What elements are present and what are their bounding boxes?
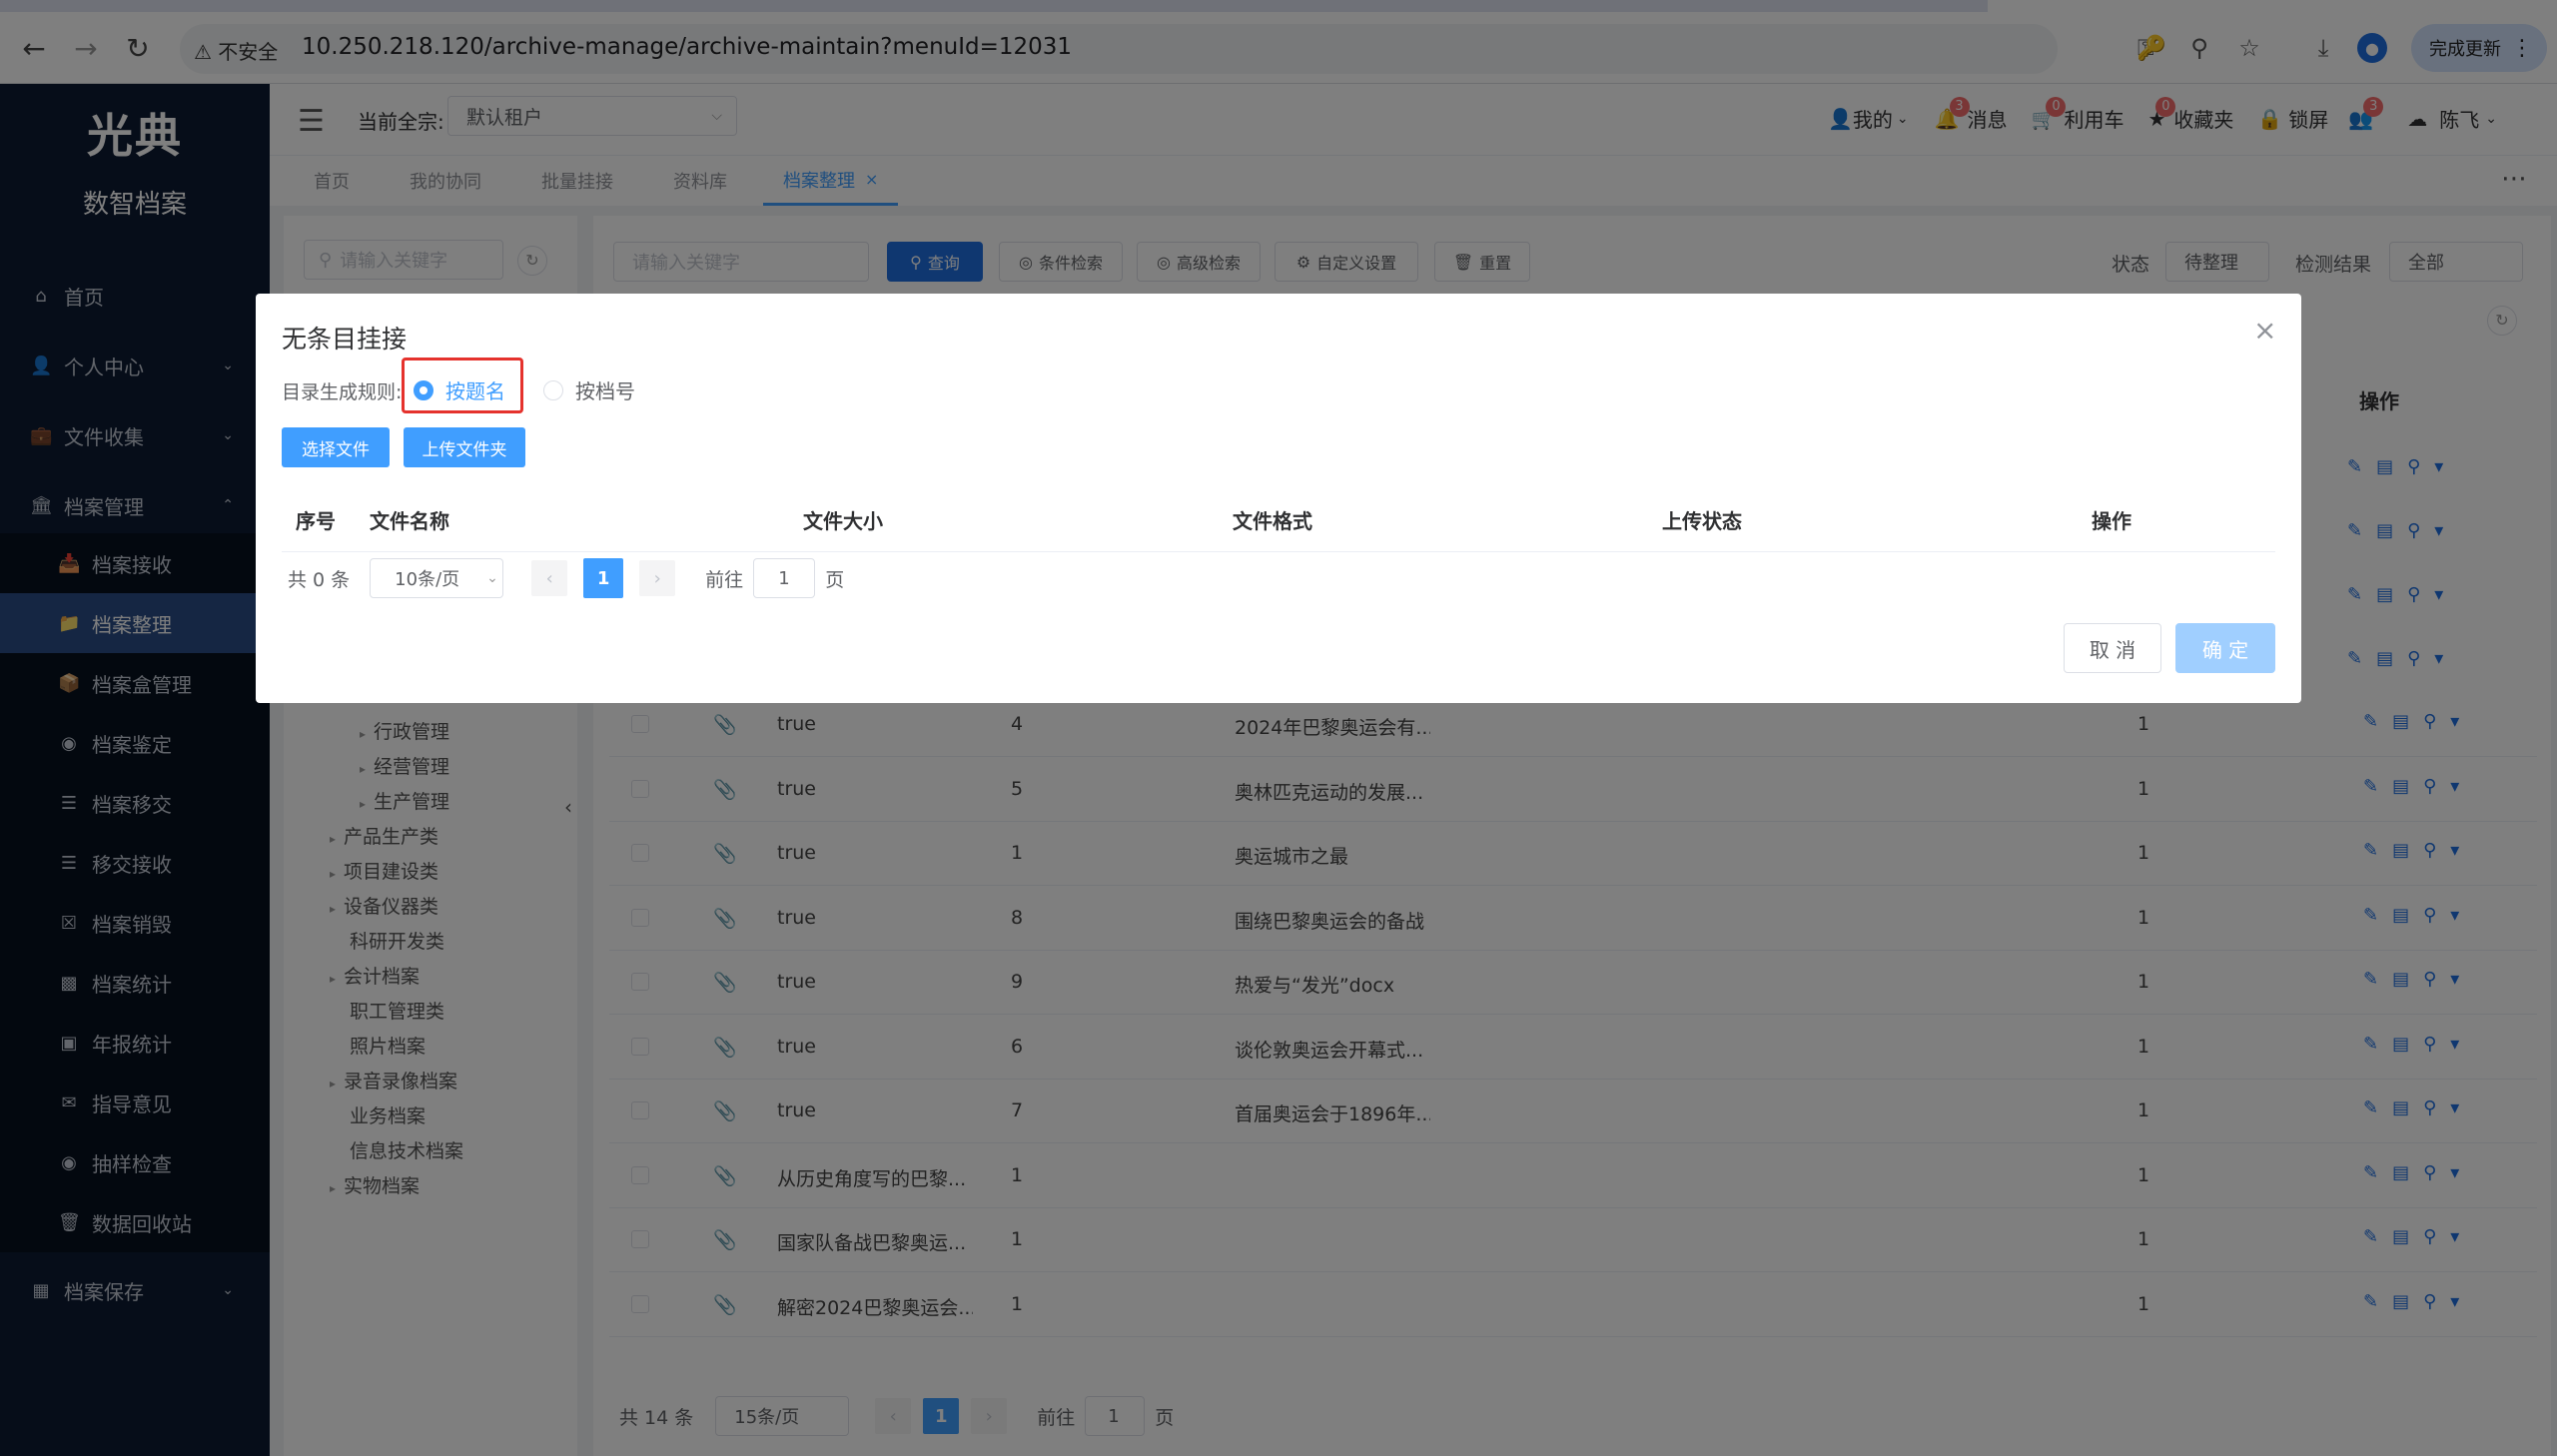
radio-by-title[interactable]: 按题名 bbox=[414, 375, 505, 404]
chevron-down-icon: ⌄ bbox=[486, 570, 498, 586]
modal-mask[interactable] bbox=[0, 0, 2557, 1456]
dialog-pager: 共 0 条 10条/页 ⌄ ‹ 1 › 前往 1 页 bbox=[288, 555, 844, 601]
radio-dot bbox=[543, 379, 563, 400]
dialog-prev-page-button[interactable]: ‹ bbox=[531, 560, 568, 596]
dialog-page-size: 10条/页 bbox=[395, 569, 460, 590]
radio-dot bbox=[414, 379, 433, 400]
table-divider bbox=[282, 551, 2275, 552]
dialog-page-unit: 页 bbox=[825, 568, 845, 591]
dialog-next-page-button[interactable]: › bbox=[639, 560, 676, 596]
radio-by-number-label: 按档号 bbox=[575, 379, 635, 403]
radio-by-number[interactable]: 按档号 bbox=[543, 375, 635, 404]
dialog-goto-input[interactable]: 1 bbox=[753, 558, 816, 598]
dialog-goto-value: 1 bbox=[778, 567, 790, 589]
select-file-button[interactable]: 选择文件 bbox=[282, 427, 390, 467]
dialog-page-size-select[interactable]: 10条/页 ⌄ bbox=[370, 558, 504, 598]
rule-label: 目录生成规则: bbox=[282, 381, 403, 403]
dialog-pager-total: 共 0 条 bbox=[288, 568, 351, 591]
col-upload-status: 上传状态 bbox=[1662, 509, 1742, 533]
radio-by-title-label: 按题名 bbox=[445, 379, 505, 403]
close-icon[interactable]: × bbox=[2253, 314, 2276, 347]
col-seq: 序号 bbox=[296, 509, 336, 533]
no-entry-attach-dialog: 无条目挂接 × 目录生成规则: 按题名 按档号 选择文件 上传文件夹 序号 文件… bbox=[256, 294, 2301, 703]
dialog-title: 无条目挂接 bbox=[282, 325, 408, 354]
col-actions: 操作 bbox=[2092, 509, 2131, 533]
upload-folder-button[interactable]: 上传文件夹 bbox=[404, 427, 525, 467]
confirm-button[interactable]: 确 定 bbox=[2175, 623, 2275, 673]
dialog-page-1-button[interactable]: 1 bbox=[583, 558, 624, 598]
col-fileformat: 文件格式 bbox=[1233, 509, 1312, 533]
cancel-button[interactable]: 取 消 bbox=[2064, 623, 2161, 673]
col-filesize: 文件大小 bbox=[803, 509, 883, 533]
dialog-goto-label: 前往 bbox=[705, 568, 744, 591]
col-filename: 文件名称 bbox=[370, 509, 449, 533]
